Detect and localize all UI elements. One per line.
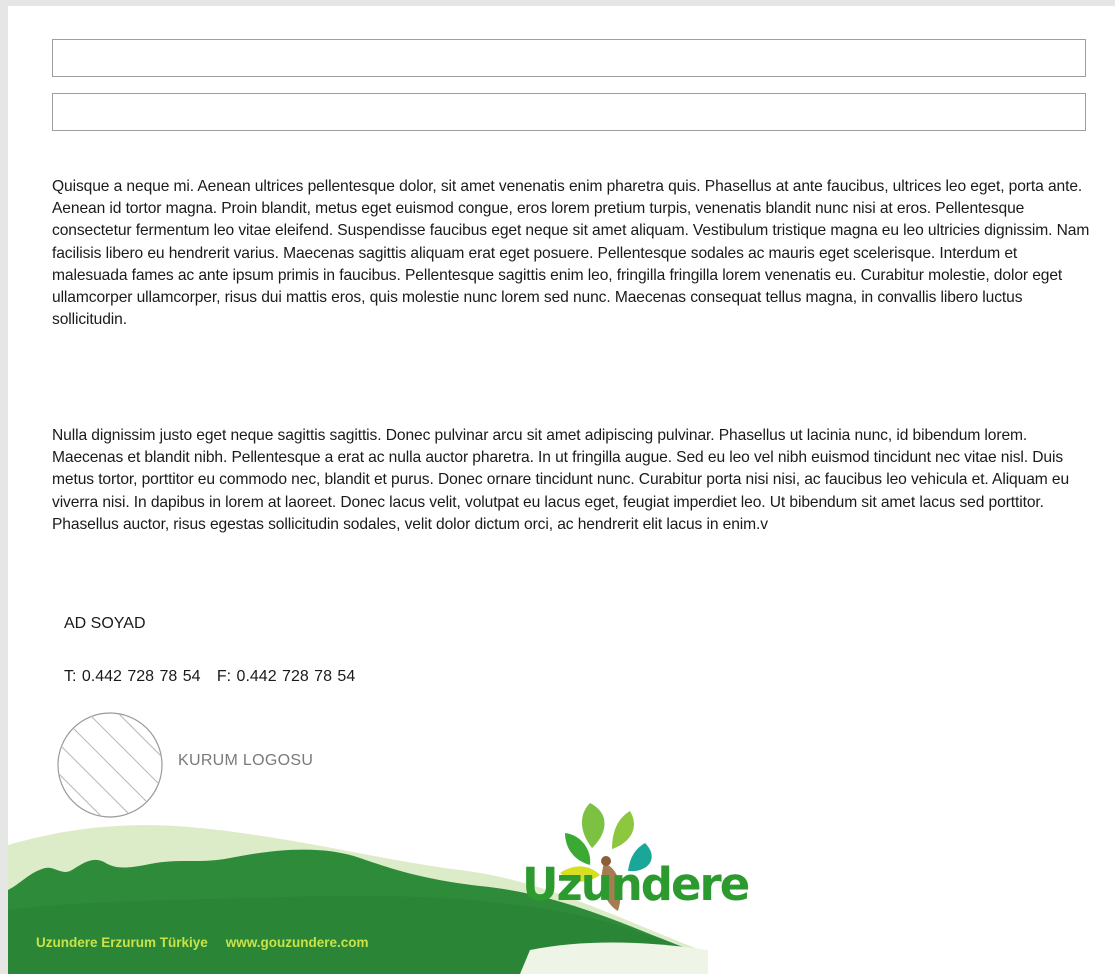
body-paragraph-2: Nulla dignissim justo eget neque sagitti… xyxy=(52,427,1070,533)
footer-contact: Uzundere Erzurum Türkiye www.gouzundere.c… xyxy=(36,935,369,950)
logo-placeholder-label: KURUM LOGOSU xyxy=(178,752,314,769)
header-field-1[interactable] xyxy=(52,39,1086,77)
brand-wordmark: Uzundere xyxy=(522,858,750,911)
footer-location: Uzundere Erzurum Türkiye xyxy=(36,935,208,950)
signature-name: AD SOYAD xyxy=(64,615,146,632)
header-field-2[interactable] xyxy=(52,93,1086,131)
footer-website[interactable]: www.gouzundere.com xyxy=(226,935,369,950)
signature-phone: T: 0.442 728 78 54 F: 0.442 728 78 54 xyxy=(64,668,356,685)
page-frame-top xyxy=(0,0,1115,6)
body-paragraph-1: Quisque a neque mi. Aenean ultrices pell… xyxy=(52,178,1090,329)
